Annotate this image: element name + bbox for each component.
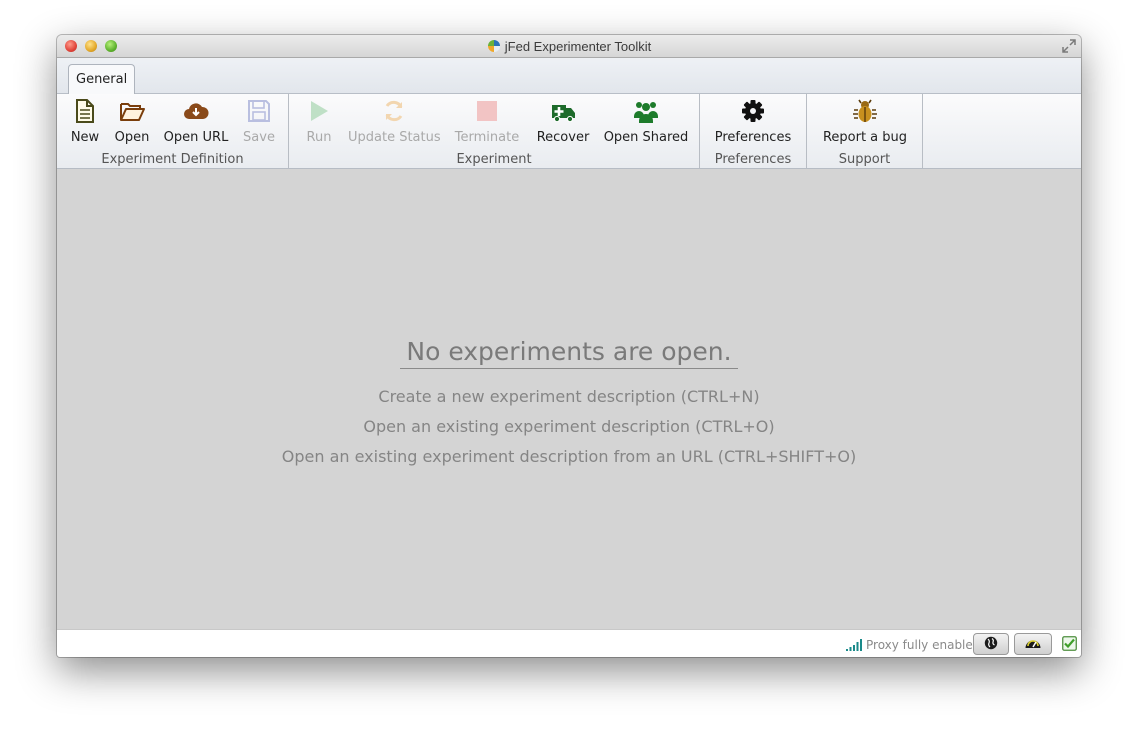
update-status-button[interactable]: Update Status (348, 98, 441, 146)
open-button[interactable]: Open (112, 98, 152, 146)
terminate-button[interactable]: Terminate (453, 98, 521, 146)
gear-icon (742, 100, 764, 122)
status-bar: Proxy fully enabled (57, 629, 1081, 657)
empty-state-title: No experiments are open. (400, 337, 738, 369)
group-experiment-definition: New Open Open URL Save Experiment Defini… (57, 94, 289, 168)
group-experiment: Run Update Status Terminate Recover Open… (289, 94, 700, 168)
ribbon-toolbar: New Open Open URL Save Experiment Defini… (57, 94, 1081, 169)
window-title: jFed Experimenter Toolkit (504, 38, 652, 54)
new-document-icon (76, 99, 94, 123)
ambulance-icon (552, 105, 575, 123)
floppy-disk-icon (248, 100, 270, 122)
fullscreen-icon[interactable] (1062, 39, 1076, 53)
experiment-workspace: No experiments are open. Create a new ex… (57, 169, 1081, 629)
refresh-icon (385, 100, 403, 122)
zoom-window-button[interactable] (105, 40, 117, 52)
save-button[interactable]: Save (240, 98, 278, 146)
play-icon (311, 101, 328, 121)
open-shared-button[interactable]: Open Shared (602, 98, 690, 146)
ribbon-tabstrip: General (57, 58, 1081, 94)
checkbox-icon[interactable] (1062, 636, 1077, 651)
hint-create-new[interactable]: Create a new experiment description (CTR… (57, 387, 1081, 406)
cloud-download-icon (184, 103, 209, 119)
speedometer-icon (1025, 640, 1041, 648)
signal-bars-icon (846, 639, 862, 651)
group-support: Report a bug Support (807, 94, 923, 168)
recover-button[interactable]: Recover (533, 98, 593, 146)
group-label-support: Support (838, 152, 891, 167)
stop-icon (477, 101, 497, 121)
jfed-logo-icon (487, 40, 500, 52)
proxy-status-text: Proxy fully enabled (866, 638, 981, 652)
minimize-window-button[interactable] (85, 40, 97, 52)
hint-open-from-url[interactable]: Open an existing experiment description … (57, 447, 1081, 466)
group-label-preferences: Preferences (714, 152, 792, 167)
title-bar[interactable]: jFed Experimenter Toolkit (57, 35, 1081, 58)
folder-open-icon (120, 103, 145, 121)
report-bug-button[interactable]: Report a bug (819, 98, 911, 146)
preferences-button[interactable]: Preferences (710, 98, 796, 146)
bug-icon (853, 99, 877, 122)
globe-icon (984, 636, 998, 650)
close-window-button[interactable] (65, 40, 77, 52)
group-preferences: Preferences Preferences (700, 94, 807, 168)
run-button[interactable]: Run (301, 98, 337, 146)
new-button[interactable]: New (65, 98, 105, 146)
app-window: jFed Experimenter Toolkit General New Op… (57, 35, 1081, 657)
group-users-icon (634, 102, 658, 123)
network-button[interactable] (973, 633, 1009, 655)
group-label-experiment-definition: Experiment Definition (101, 152, 244, 167)
performance-button[interactable] (1014, 633, 1052, 655)
hint-open-existing[interactable]: Open an existing experiment description … (57, 417, 1081, 436)
open-url-button[interactable]: Open URL (161, 98, 231, 146)
tab-general[interactable]: General (68, 64, 136, 94)
group-label-experiment: Experiment (456, 152, 532, 167)
